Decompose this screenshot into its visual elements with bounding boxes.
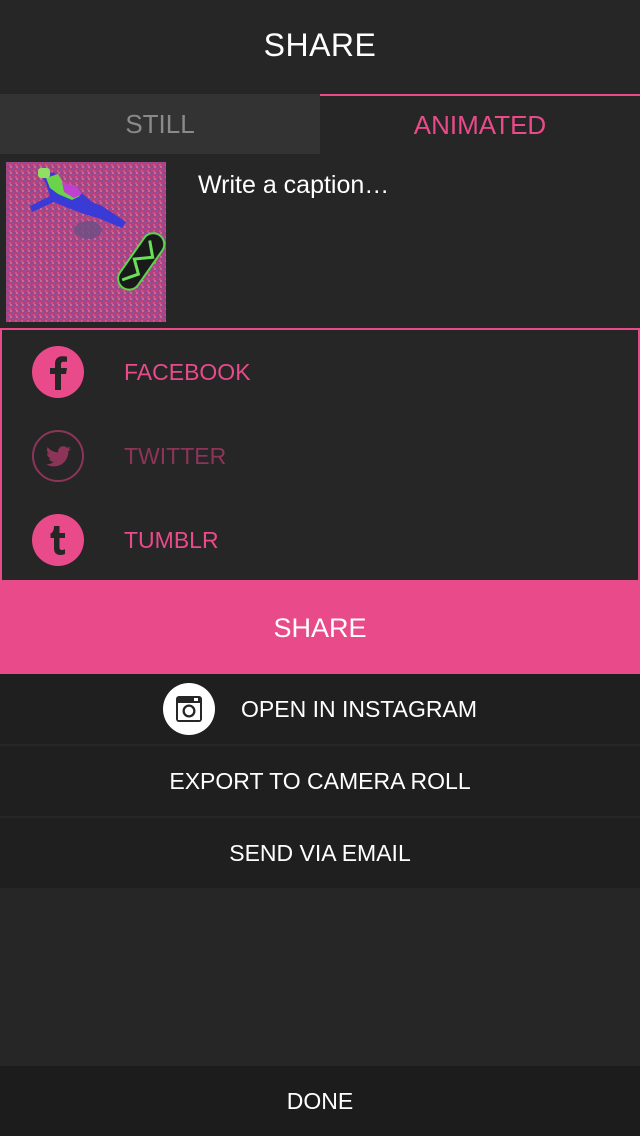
network-list: FACEBOOK TWITTER TUMBLR xyxy=(0,328,640,582)
compose-area xyxy=(0,154,640,326)
instagram-row: OPEN IN INSTAGRAM xyxy=(163,683,477,735)
done-button[interactable]: DONE xyxy=(0,1066,640,1136)
instagram-icon xyxy=(163,683,215,735)
open-in-instagram-button[interactable]: OPEN IN INSTAGRAM xyxy=(0,674,640,744)
network-facebook[interactable]: FACEBOOK xyxy=(2,330,638,414)
twitter-icon xyxy=(32,430,84,482)
skater-image xyxy=(6,162,166,322)
header: SHARE xyxy=(0,0,640,90)
send-email-button[interactable]: SEND VIA EMAIL xyxy=(0,818,640,888)
page-title: SHARE xyxy=(263,26,377,63)
network-label: TWITTER xyxy=(124,442,227,469)
mode-tabs: STILL ANIMATED xyxy=(0,94,640,154)
export-camera-roll-button[interactable]: EXPORT TO CAMERA ROLL xyxy=(0,746,640,816)
network-label: TUMBLR xyxy=(124,526,219,553)
media-thumbnail xyxy=(6,162,166,322)
network-twitter[interactable]: TWITTER xyxy=(2,414,638,498)
share-screen: SHARE STILL ANIMATED Write a caption… FA… xyxy=(0,0,640,1136)
share-button[interactable]: SHARE xyxy=(0,582,640,674)
instagram-label: OPEN IN INSTAGRAM xyxy=(241,695,477,722)
tab-animated[interactable]: ANIMATED xyxy=(320,94,640,154)
facebook-icon xyxy=(32,346,84,398)
network-label: FACEBOOK xyxy=(124,358,251,385)
caption-input[interactable] xyxy=(196,170,620,201)
tumblr-icon xyxy=(32,514,84,566)
tab-still[interactable]: STILL xyxy=(0,94,320,154)
network-tumblr[interactable]: TUMBLR xyxy=(2,498,638,582)
